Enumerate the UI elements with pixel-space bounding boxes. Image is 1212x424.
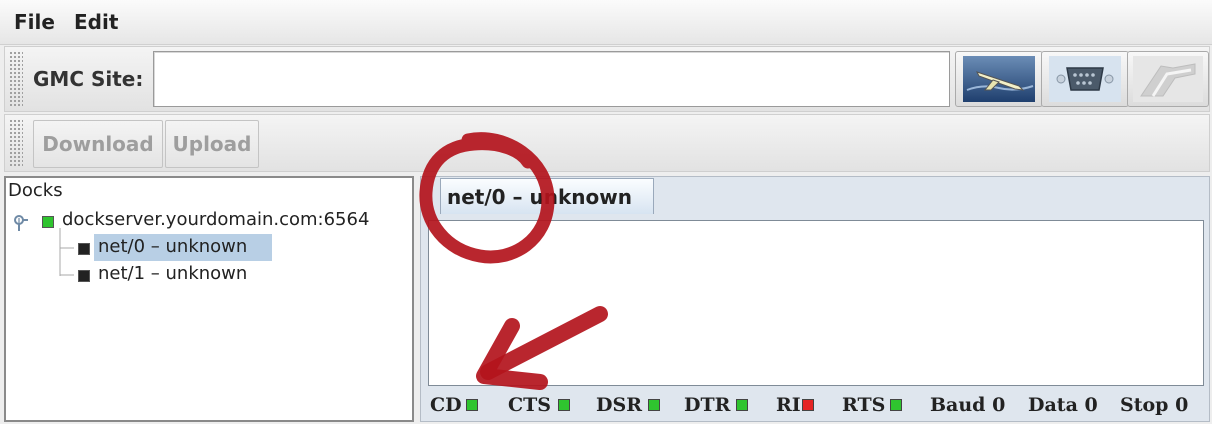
cd-label: CD: [430, 394, 462, 416]
data-readout: Data 0: [1028, 394, 1098, 416]
serial-port-button[interactable]: [1041, 51, 1129, 107]
rts-led: [890, 399, 902, 411]
tree-lines: [18, 218, 74, 276]
dsr-label: DSR: [596, 394, 642, 416]
ri-label: RI: [776, 394, 801, 416]
net1-status-led: [78, 270, 90, 282]
glider-button[interactable]: [955, 51, 1043, 107]
baud-readout: Baud 0: [930, 394, 1006, 416]
server-status-led: [42, 216, 54, 228]
connect-button[interactable]: [1127, 51, 1209, 107]
tab-net0[interactable]: net/0 – unknown: [440, 178, 654, 214]
stop-readout: Stop 0: [1120, 394, 1189, 416]
cts-led: [558, 399, 570, 411]
dtr-label: DTR: [684, 394, 731, 416]
ri-led: [802, 399, 814, 411]
toolbar-grip-handle[interactable]: [9, 51, 23, 107]
glider-icon: [963, 56, 1035, 102]
cts-label: CTS: [508, 394, 551, 416]
tree-node-net1[interactable]: net/1 – unknown: [98, 263, 247, 284]
menu-file[interactable]: File: [14, 10, 55, 34]
gmc-site-input[interactable]: [153, 51, 950, 107]
serial-port-icon: [1049, 56, 1121, 102]
gmc-site-label: GMC Site:: [33, 67, 144, 91]
tree-node-net0[interactable]: net/0 – unknown: [98, 236, 247, 257]
tree-expand-handle-icon[interactable]: [12, 214, 28, 232]
menu-edit[interactable]: Edit: [74, 10, 118, 34]
serial-status-bar: CD CTS DSR DTR RI RTS Baud 0 Data 0 Stop…: [428, 388, 1204, 420]
dsr-led: [648, 399, 660, 411]
cd-led: [466, 399, 478, 411]
rts-label: RTS: [842, 394, 886, 416]
docks-tree-panel: Docks dockserver.yourdomain.com:6564 net…: [4, 176, 414, 422]
upload-button[interactable]: Upload: [165, 120, 259, 168]
transfer-toolbar: Download Upload: [4, 114, 1210, 172]
connect-icon: [1133, 56, 1203, 102]
terminal-output-area[interactable]: [428, 220, 1204, 386]
tree-server-node[interactable]: dockserver.yourdomain.com:6564: [62, 209, 369, 230]
menu-bar: File Edit: [0, 0, 1212, 45]
toolbar-grip-handle[interactable]: [9, 119, 23, 167]
dtr-led: [736, 399, 748, 411]
net0-status-led: [78, 243, 90, 255]
site-toolbar: GMC Site:: [4, 46, 1210, 112]
download-button[interactable]: Download: [33, 120, 163, 168]
